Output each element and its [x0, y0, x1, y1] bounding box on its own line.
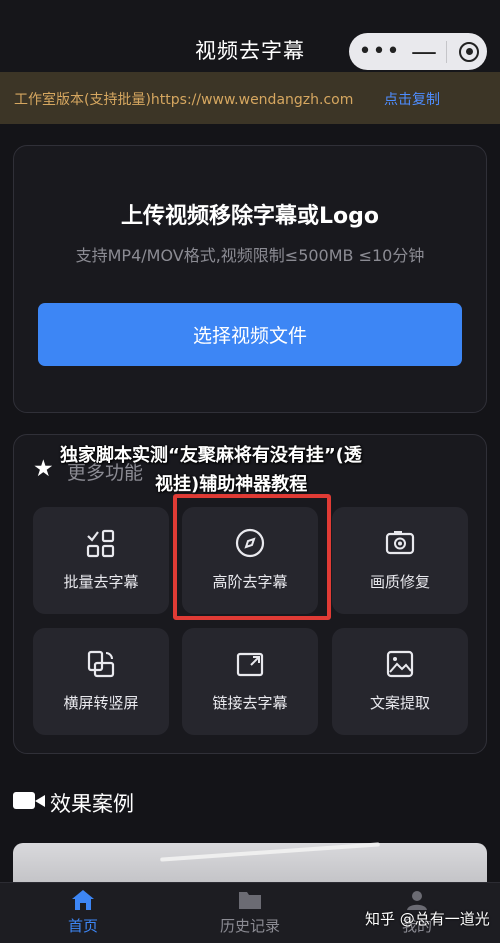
minimize-icon[interactable]: —: [402, 39, 446, 65]
camera-enhance-icon: [385, 531, 415, 555]
tile-quality-repair[interactable]: 画质修复: [332, 507, 468, 614]
tile-label: 批量去字幕: [63, 573, 139, 591]
watermark: 知乎 @总有一道光: [365, 910, 490, 928]
miniprogram-capsule: ••• —: [349, 33, 487, 70]
video-camera-icon: [13, 792, 45, 809]
rotate-screen-icon: [87, 650, 115, 678]
overlay-caption-line1: 独家脚本实测“友聚麻将有没有挂”(透: [60, 445, 362, 466]
tile-label: 文案提取: [369, 694, 430, 712]
upload-title: 上传视频移除字幕或Logo: [121, 204, 379, 229]
link-expand-icon: [236, 652, 264, 677]
notice-text: 工作室版本(支持批量)https://www.wendangzh.com: [14, 92, 354, 108]
copy-link[interactable]: 点击复制: [384, 89, 440, 109]
tile-text-extract[interactable]: 文案提取: [332, 628, 468, 735]
tile-label: 链接去字幕: [212, 694, 288, 712]
tab-home[interactable]: 首页: [38, 888, 128, 936]
capsule-divider: [446, 40, 447, 63]
cases-title: 效果案例: [50, 792, 134, 816]
upload-subtitle: 支持MP4/MOV格式,视频限制≤500MB ≤10分钟: [75, 246, 425, 265]
home-icon: [72, 890, 94, 910]
star-icon: ★: [33, 456, 54, 482]
tile-label: 画质修复: [369, 573, 430, 591]
highlight-box: [173, 494, 331, 620]
close-target-icon[interactable]: [459, 41, 479, 62]
tile-link-remove[interactable]: 链接去字幕: [182, 628, 318, 735]
folder-icon: [239, 892, 261, 909]
tile-batch-remove[interactable]: 批量去字幕: [33, 507, 169, 614]
tile-label: 横屏转竖屏: [63, 694, 139, 712]
image-text-icon: [386, 650, 414, 678]
overlay-caption-line2: 视挂)辅助神器教程: [155, 474, 308, 495]
tab-label: 历史记录: [219, 917, 280, 935]
tab-label: 首页: [67, 917, 98, 935]
upload-card: [13, 145, 487, 413]
select-video-button[interactable]: 选择视频文件: [38, 303, 462, 366]
more-icon[interactable]: •••: [357, 40, 402, 62]
tile-landscape-to-portrait[interactable]: 横屏转竖屏: [33, 628, 169, 735]
tab-history[interactable]: 历史记录: [205, 888, 295, 936]
batch-icon: [86, 529, 115, 558]
